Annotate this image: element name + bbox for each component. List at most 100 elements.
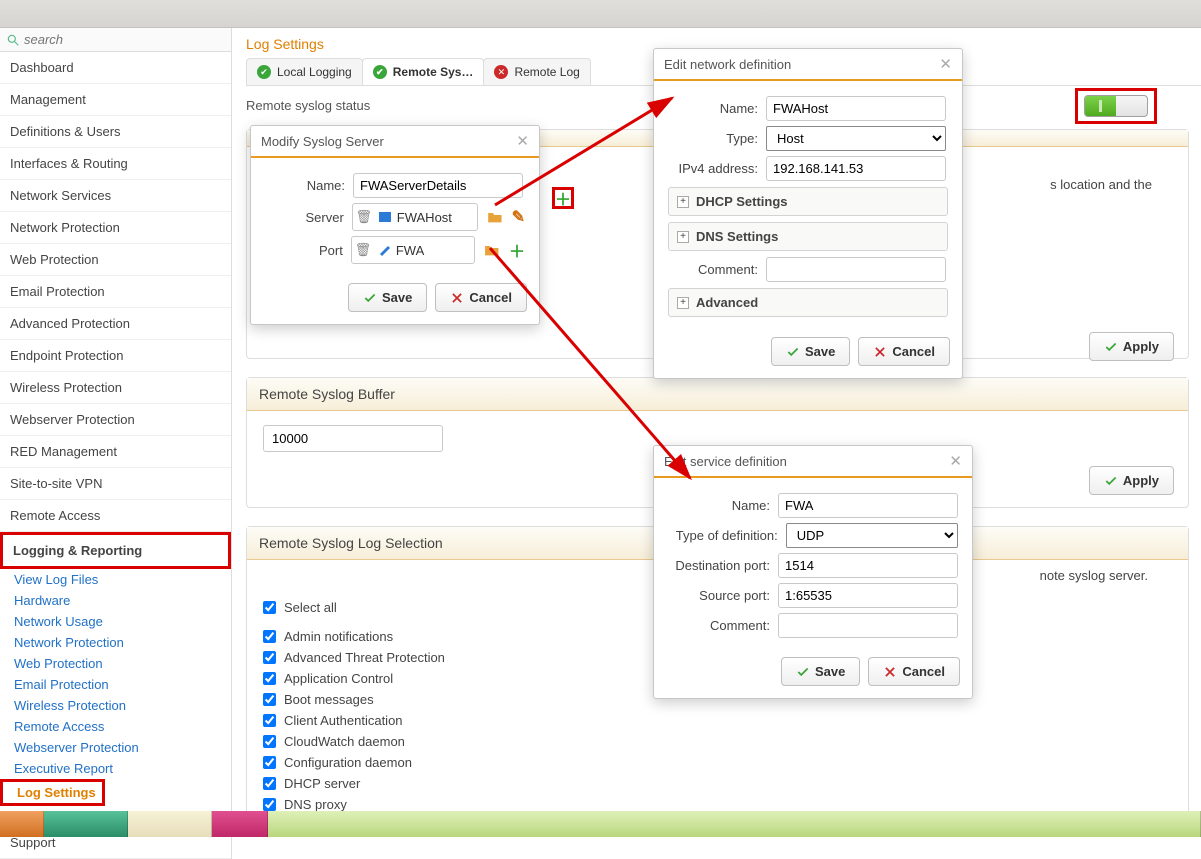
name-input[interactable]: [778, 493, 958, 518]
tab-remote-syslog[interactable]: ✔ Remote Sys…: [362, 58, 485, 85]
apply-buffer-button[interactable]: Apply: [1089, 466, 1174, 495]
add-server-button[interactable]: ＋: [552, 187, 574, 209]
cancel-button[interactable]: Cancel: [858, 337, 950, 366]
tab-remote-log[interactable]: ✕ Remote Log: [483, 58, 590, 85]
trash-icon[interactable]: 🗑: [353, 209, 375, 225]
taskbar-item[interactable]: [212, 811, 268, 837]
save-button[interactable]: Save: [771, 337, 850, 366]
dport-input[interactable]: [778, 553, 958, 578]
close-icon[interactable]: ✕: [516, 132, 529, 150]
cancel-label: Cancel: [469, 290, 512, 305]
edit-icon[interactable]: ✎: [512, 207, 525, 227]
nav-red-management[interactable]: RED Management: [0, 436, 231, 468]
nav-endpoint-protection[interactable]: Endpoint Protection: [0, 340, 231, 372]
log-checkbox[interactable]: [263, 651, 276, 664]
sub-executive-report[interactable]: Executive Report: [0, 758, 231, 779]
tab-local-logging[interactable]: ✔ Local Logging: [246, 58, 363, 85]
save-button[interactable]: Save: [781, 657, 860, 686]
nav-webserver-protection[interactable]: Webserver Protection: [0, 404, 231, 436]
log-item[interactable]: CloudWatch daemon: [263, 731, 1172, 752]
select-all-checkbox[interactable]: [263, 601, 276, 614]
name-input[interactable]: [766, 96, 946, 121]
server-chip[interactable]: 🗑 FWAHost: [352, 203, 478, 231]
status-icon: ✔: [373, 65, 387, 79]
nav-wireless-protection[interactable]: Wireless Protection: [0, 372, 231, 404]
sidebar: Dashboard Management Definitions & Users…: [0, 28, 232, 859]
folder-icon[interactable]: [483, 242, 501, 258]
name-input[interactable]: [353, 173, 523, 198]
save-button[interactable]: Save: [348, 283, 427, 312]
trash-icon[interactable]: 🗑: [352, 242, 374, 258]
log-item[interactable]: DHCP server: [263, 773, 1172, 794]
apply-servers-button[interactable]: Apply: [1089, 332, 1174, 361]
check-icon: [786, 345, 800, 359]
check-icon: [1104, 340, 1118, 354]
dhcp-expander[interactable]: +DHCP Settings: [668, 187, 948, 216]
plus-icon[interactable]: ＋: [509, 238, 525, 262]
log-checkbox[interactable]: [263, 777, 276, 790]
log-item[interactable]: Configuration daemon: [263, 752, 1172, 773]
check-icon: [1104, 474, 1118, 488]
nav-network-protection[interactable]: Network Protection: [0, 212, 231, 244]
sub-wireless-protection[interactable]: Wireless Protection: [0, 695, 231, 716]
nav-dashboard[interactable]: Dashboard: [0, 52, 231, 84]
advanced-expander[interactable]: +Advanced: [668, 288, 948, 317]
nav-web-protection[interactable]: Web Protection: [0, 244, 231, 276]
log-label: Client Authentication: [284, 713, 403, 728]
x-icon: [450, 291, 464, 305]
cancel-button[interactable]: Cancel: [435, 283, 527, 312]
close-icon[interactable]: ✕: [939, 55, 952, 73]
sub-view-log-files[interactable]: View Log Files: [0, 569, 231, 590]
nav-logging-reporting[interactable]: Logging & Reporting: [0, 532, 231, 569]
log-label: CloudWatch daemon: [284, 734, 405, 749]
sub-webserver-protection[interactable]: Webserver Protection: [0, 737, 231, 758]
sub-remote-access[interactable]: Remote Access: [0, 716, 231, 737]
nav-advanced-protection[interactable]: Advanced Protection: [0, 308, 231, 340]
dlg-title: Modify Syslog Server: [261, 134, 384, 149]
nav-email-protection[interactable]: Email Protection: [0, 276, 231, 308]
taskbar-item[interactable]: [44, 811, 128, 837]
nav-definitions[interactable]: Definitions & Users: [0, 116, 231, 148]
taskbar-item[interactable]: [0, 811, 44, 837]
close-icon[interactable]: ✕: [949, 452, 962, 470]
nav-interfaces[interactable]: Interfaces & Routing: [0, 148, 231, 180]
log-checkbox[interactable]: [263, 714, 276, 727]
sub-hardware[interactable]: Hardware: [0, 590, 231, 611]
ip-label: IPv4 address:: [668, 161, 758, 176]
log-checkbox[interactable]: [263, 798, 276, 811]
tab-label: Local Logging: [277, 65, 352, 79]
cancel-label: Cancel: [902, 664, 945, 679]
type-select[interactable]: UDP: [786, 523, 958, 548]
folder-icon[interactable]: [486, 209, 504, 225]
sub-email-protection[interactable]: Email Protection: [0, 674, 231, 695]
taskbar-item[interactable]: [128, 811, 212, 837]
sub-web-protection[interactable]: Web Protection: [0, 653, 231, 674]
sport-input[interactable]: [778, 583, 958, 608]
nav-management[interactable]: Management: [0, 84, 231, 116]
comment-input[interactable]: [778, 613, 958, 638]
log-checkbox[interactable]: [263, 630, 276, 643]
buffer-input[interactable]: [263, 425, 443, 452]
cancel-button[interactable]: Cancel: [868, 657, 960, 686]
search-input[interactable]: [24, 32, 194, 47]
comment-input[interactable]: [766, 257, 946, 282]
dns-label: DNS Settings: [696, 229, 778, 244]
log-checkbox[interactable]: [263, 756, 276, 769]
ip-input[interactable]: [766, 156, 946, 181]
status-toggle[interactable]: [1084, 95, 1148, 117]
taskbar-rest: [268, 811, 1201, 837]
sub-log-settings[interactable]: Log Settings: [0, 779, 105, 806]
port-chip[interactable]: 🗑 FWA: [351, 236, 476, 264]
save-label: Save: [382, 290, 412, 305]
nav-remote-access[interactable]: Remote Access: [0, 500, 231, 532]
dns-expander[interactable]: +DNS Settings: [668, 222, 948, 251]
log-checkbox[interactable]: [263, 693, 276, 706]
nav-site-to-site-vpn[interactable]: Site-to-site VPN: [0, 468, 231, 500]
sub-network-usage[interactable]: Network Usage: [0, 611, 231, 632]
log-checkbox[interactable]: [263, 672, 276, 685]
sub-network-protection[interactable]: Network Protection: [0, 632, 231, 653]
type-select[interactable]: Host: [766, 126, 946, 151]
nav-network-services[interactable]: Network Services: [0, 180, 231, 212]
log-checkbox[interactable]: [263, 735, 276, 748]
log-item[interactable]: Client Authentication: [263, 710, 1172, 731]
